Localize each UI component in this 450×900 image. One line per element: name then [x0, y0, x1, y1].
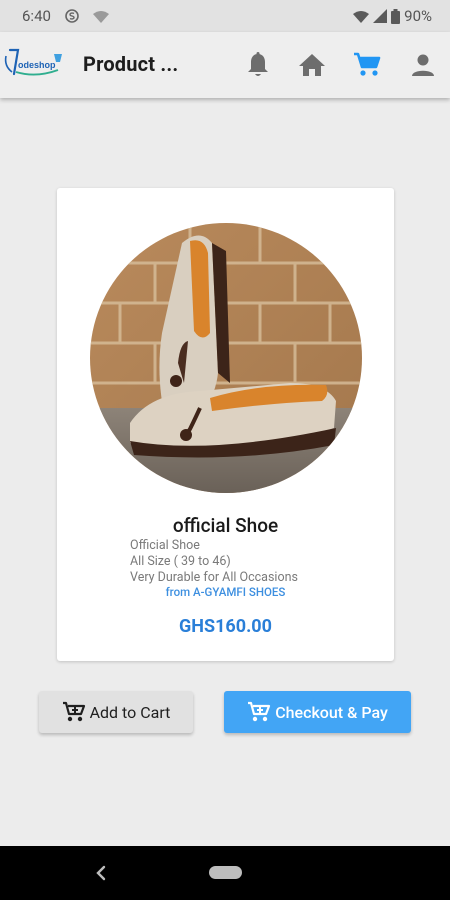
description-line: Official Shoe: [130, 538, 200, 553]
svg-text:odeshop: odeshop: [18, 60, 56, 70]
battery-percent: 90%: [404, 7, 432, 25]
page-title: Product ...: [83, 52, 179, 76]
product-image[interactable]: [90, 223, 362, 493]
cart-icon: [354, 52, 381, 76]
signal-icon: [373, 9, 388, 23]
home-pill-button[interactable]: [209, 866, 242, 879]
product-card[interactable]: official Shoe Official Shoe All Size ( 3…: [57, 188, 394, 661]
app-logo[interactable]: odeshop: [2, 46, 66, 84]
checkout-label: Checkout & Pay: [275, 702, 388, 722]
checkout-button[interactable]: Checkout & Pay: [224, 691, 411, 733]
add-to-cart-label: Add to Cart: [89, 702, 171, 722]
app-bar: odeshop Product ...: [0, 32, 450, 98]
back-icon[interactable]: [92, 863, 110, 883]
home-button[interactable]: [297, 50, 327, 80]
add-to-cart-button[interactable]: Add to Cart: [39, 691, 193, 733]
bell-icon: [248, 52, 268, 76]
product-name: official Shoe: [172, 514, 279, 537]
notifications-button[interactable]: [243, 50, 273, 80]
s-circle-icon: [65, 9, 79, 23]
person-icon: [412, 54, 434, 76]
profile-button[interactable]: [408, 50, 438, 80]
status-bar: 6:40 90%: [0, 0, 450, 32]
wifi-off-icon: [92, 10, 109, 23]
cart-button[interactable]: [352, 50, 382, 80]
home-icon: [299, 54, 325, 76]
add-shopping-cart-icon: [62, 701, 85, 722]
seller-link[interactable]: from A-GYAMFI SHOES: [57, 585, 394, 599]
wifi-icon: [353, 10, 370, 23]
add-shopping-cart-icon: [248, 701, 271, 722]
status-time: 6:40: [22, 7, 51, 25]
battery-icon: [391, 8, 401, 24]
product-description: Official Shoe All Size ( 39 to 46) Very …: [130, 538, 298, 586]
description-line: Very Durable for All Occasions: [130, 570, 298, 585]
product-price: GHS160.00: [179, 616, 272, 637]
description-line: All Size ( 39 to 46): [130, 554, 231, 569]
